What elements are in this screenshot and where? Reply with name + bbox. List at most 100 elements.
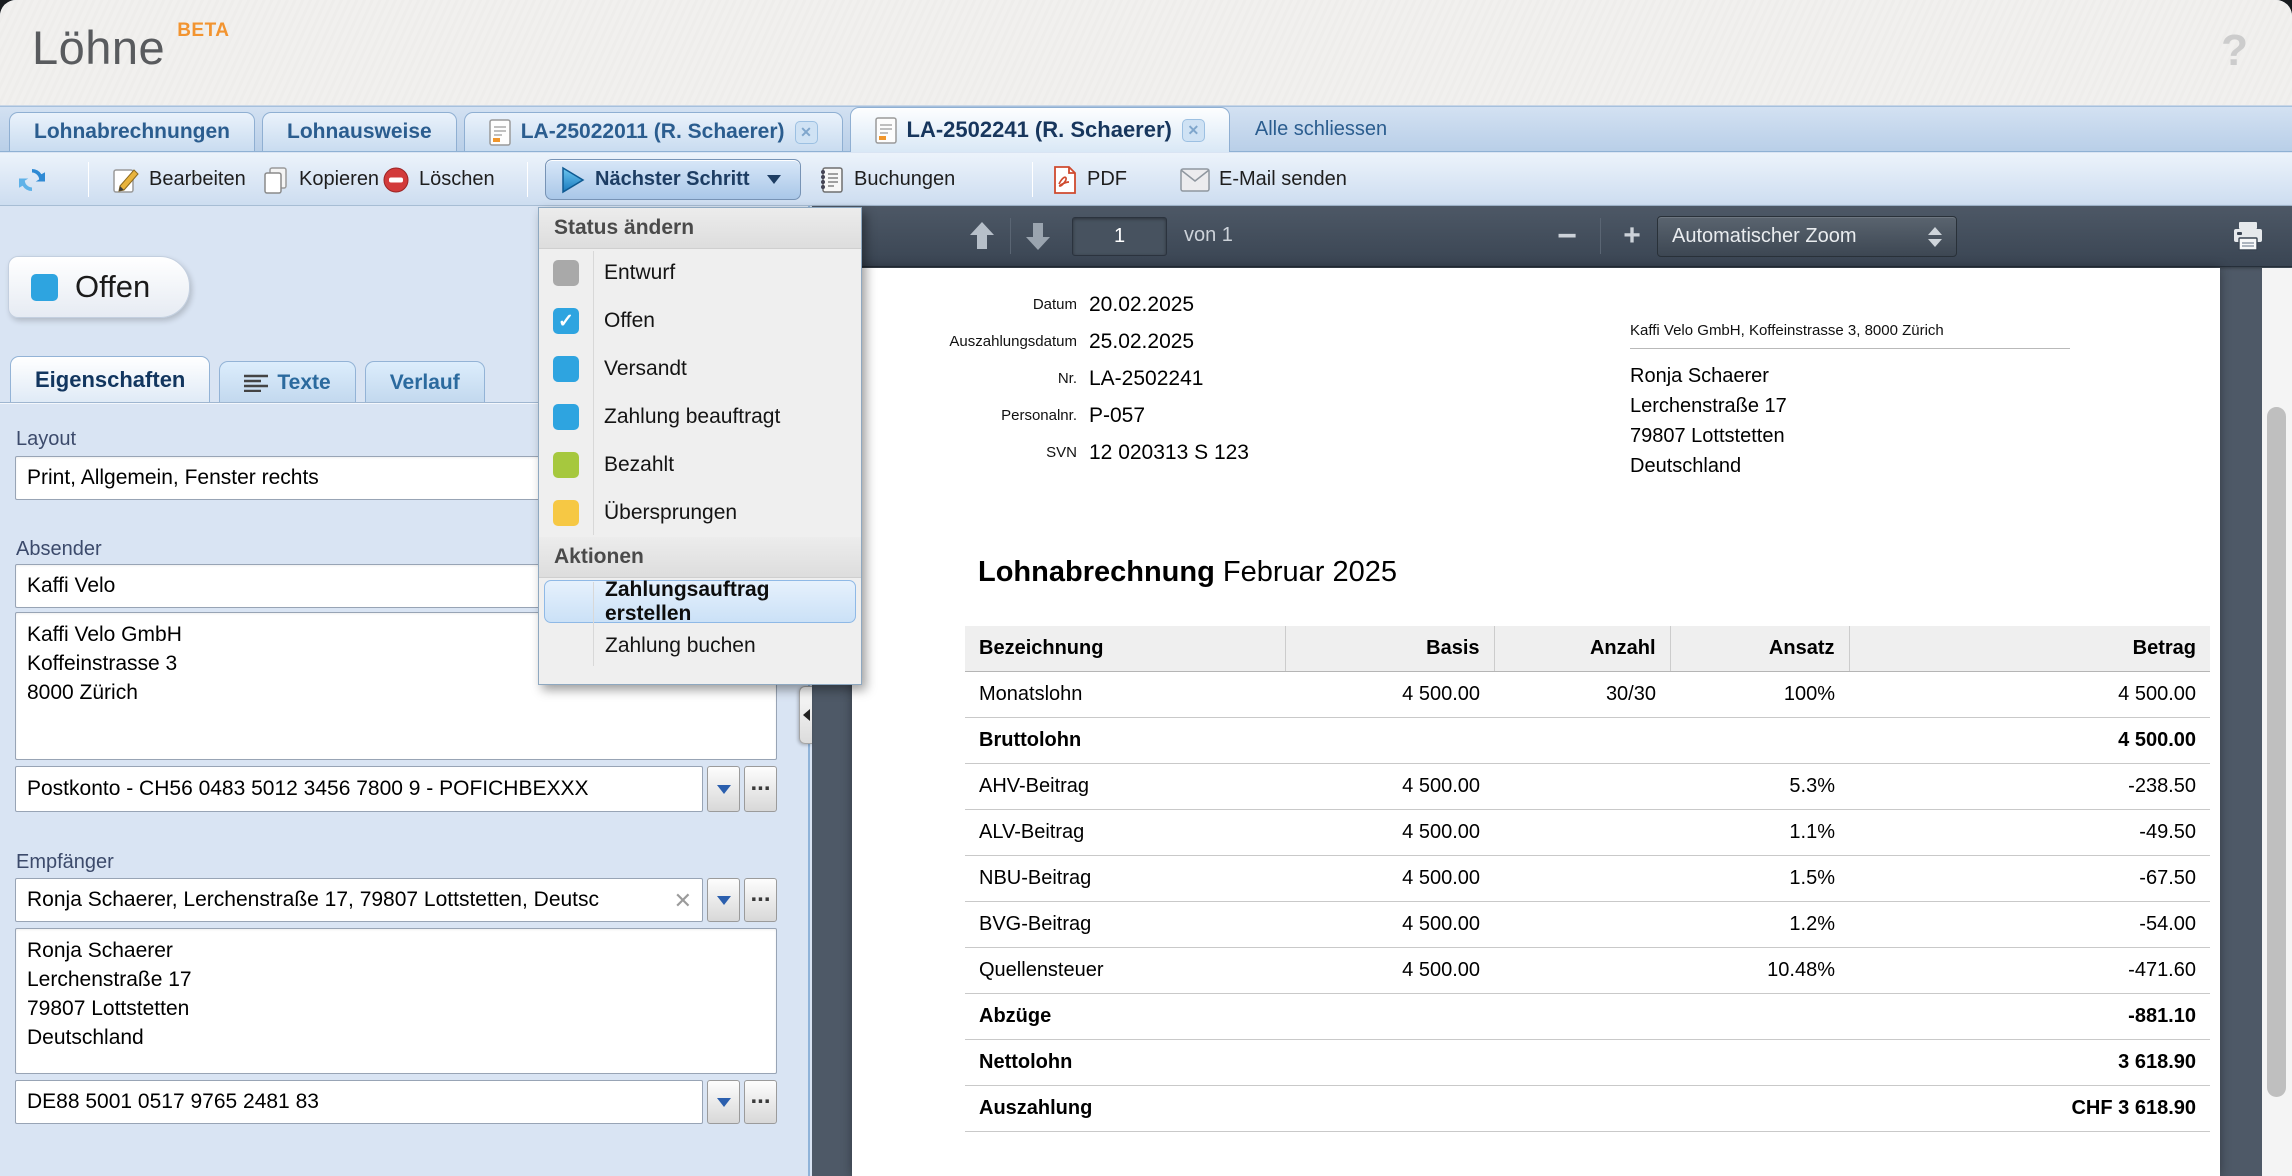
bookings-button[interactable]: Buchungen bbox=[817, 159, 955, 200]
meta-label: Auszahlungsdatum bbox=[852, 333, 1077, 350]
edit-button[interactable]: Bearbeiten bbox=[112, 159, 246, 200]
copy-icon bbox=[262, 166, 290, 194]
sender-account-dropdown-button[interactable] bbox=[707, 766, 740, 812]
ellipsis-icon: ... bbox=[750, 1091, 770, 1101]
tab-label: Eigenschaften bbox=[35, 367, 185, 393]
meta-label: Personalnr. bbox=[852, 407, 1077, 424]
tab-close-icon[interactable]: ✕ bbox=[795, 121, 818, 144]
payslip-meta: Datum20.02.2025 Auszahlungsdatum25.02.20… bbox=[852, 286, 1249, 471]
meta-row: Datum20.02.2025 bbox=[852, 286, 1249, 323]
page-down-button[interactable] bbox=[1018, 216, 1058, 256]
tab-texte[interactable]: Texte bbox=[219, 361, 355, 403]
refresh-icon bbox=[16, 164, 48, 196]
tab-document-1[interactable]: LA-25022011 (R. Schaerer) ✕ bbox=[464, 112, 843, 151]
meta-row: SVN12 020313 S 123 bbox=[852, 434, 1249, 471]
app-window: LöhneBETA ? Lohnabrechnungen Lohnausweis… bbox=[0, 0, 2292, 1176]
document-icon bbox=[875, 117, 897, 144]
zoom-in-button[interactable]: + bbox=[1612, 216, 1652, 256]
tab-eigenschaften[interactable]: Eigenschaften bbox=[10, 356, 210, 403]
chevron-down-icon bbox=[717, 896, 731, 905]
iban-more-button[interactable]: ... bbox=[744, 1080, 777, 1124]
payslip-title: Lohnabrechnung Februar 2025 bbox=[978, 556, 1397, 589]
recipient-iban-value[interactable]: DE88 5001 0517 9765 2481 83 bbox=[15, 1080, 703, 1124]
table-row: Nettolohn3 618.90 bbox=[965, 1039, 2210, 1085]
recipient-dropdown-button[interactable] bbox=[707, 878, 740, 922]
col-bezeichnung: Bezeichnung bbox=[965, 626, 1285, 671]
zoom-mode-select[interactable]: Automatischer Zoom bbox=[1657, 216, 1957, 257]
tab-lohnabrechnungen[interactable]: Lohnabrechnungen bbox=[9, 112, 255, 151]
edit-label: Bearbeiten bbox=[149, 168, 246, 191]
tab-lohnausweise[interactable]: Lohnausweise bbox=[262, 112, 457, 151]
beta-badge: BETA bbox=[177, 20, 229, 41]
clear-icon[interactable]: ✕ bbox=[674, 888, 692, 914]
zoom-out-button[interactable]: − bbox=[1547, 216, 1587, 256]
page-up-button[interactable] bbox=[962, 216, 1002, 256]
recipient-more-button[interactable]: ... bbox=[744, 878, 777, 922]
layout-label: Layout bbox=[16, 428, 76, 451]
payslip-table: Bezeichnung Basis Anzahl Ansatz Betrag M… bbox=[965, 626, 2210, 1132]
print-button[interactable] bbox=[2232, 216, 2264, 256]
meta-label: Nr. bbox=[852, 370, 1077, 387]
recipient-combo: Ronja Schaerer, Lerchenstraße 17, 79807 … bbox=[15, 878, 777, 922]
status-items: Entwurf ✓Offen Versandt Zahlung beauftra… bbox=[539, 249, 861, 537]
meta-value: 20.02.2025 bbox=[1077, 293, 1194, 317]
scrollbar-thumb[interactable] bbox=[2267, 407, 2286, 1097]
menu-item-entwurf[interactable]: Entwurf bbox=[539, 249, 861, 297]
help-icon[interactable]: ? bbox=[2221, 26, 2248, 76]
tab-close-icon[interactable]: ✕ bbox=[1182, 119, 1205, 142]
send-email-button[interactable]: E-Mail senden bbox=[1180, 159, 1347, 200]
menu-item-uebersprungen[interactable]: Übersprungen bbox=[539, 489, 861, 537]
menu-item-bezahlt[interactable]: Bezahlt bbox=[539, 441, 861, 489]
recipient-address: Ronja Schaerer Lerchenstraße 17 79807 Lo… bbox=[1630, 361, 2070, 481]
status-square-yellow-icon bbox=[553, 500, 579, 526]
select-arrows-icon bbox=[1928, 227, 1942, 247]
close-all-tabs-link[interactable]: Alle schliessen bbox=[1255, 118, 1387, 141]
meta-row: Auszahlungsdatum25.02.2025 bbox=[852, 323, 1249, 360]
scrollbar-track[interactable] bbox=[2262, 268, 2292, 1176]
col-ansatz: Ansatz bbox=[1670, 626, 1849, 671]
sender-account-combo: Postkonto - CH56 0483 5012 3456 7800 9 -… bbox=[15, 766, 777, 812]
meta-value: P-057 bbox=[1077, 404, 1145, 428]
sender-account-more-button[interactable]: ... bbox=[744, 766, 777, 812]
sender-account-value[interactable]: Postkonto - CH56 0483 5012 3456 7800 9 -… bbox=[15, 766, 703, 812]
table-header-row: Bezeichnung Basis Anzahl Ansatz Betrag bbox=[965, 626, 2210, 671]
toolbar-separator bbox=[1032, 162, 1033, 197]
delete-button[interactable]: Löschen bbox=[382, 159, 495, 200]
copy-button[interactable]: Kopieren bbox=[262, 159, 379, 200]
refresh-button[interactable] bbox=[16, 159, 48, 200]
menu-item-label: Entwurf bbox=[604, 261, 675, 285]
status-square-gray-icon bbox=[553, 260, 579, 286]
menu-item-versandt[interactable]: Versandt bbox=[539, 345, 861, 393]
menu-item-zahlung-buchen[interactable]: Zahlung buchen bbox=[539, 623, 861, 668]
tab-verlauf[interactable]: Verlauf bbox=[365, 361, 485, 403]
bookings-label: Buchungen bbox=[854, 168, 955, 191]
table-row: BVG-Beitrag4 500.001.2%-54.00 bbox=[965, 901, 2210, 947]
pdf-button[interactable]: PDF bbox=[1052, 159, 1127, 200]
table-row: Monatslohn4 500.0030/30100%4 500.00 bbox=[965, 671, 2210, 717]
meta-value: 12 020313 S 123 bbox=[1077, 441, 1249, 465]
pdf-viewer: von 1 − + Automatischer Zoom Datum20.02.… bbox=[812, 206, 2292, 1176]
panel-collapse-handle[interactable] bbox=[799, 686, 812, 744]
menu-item-zahlungsauftrag-erstellen[interactable]: Zahlungsauftrag erstellen bbox=[544, 580, 856, 623]
meta-row: Nr.LA-2502241 bbox=[852, 360, 1249, 397]
recipient-address-textarea[interactable]: Ronja Schaerer Lerchenstraße 17 79807 Lo… bbox=[15, 928, 777, 1074]
pdf-icon bbox=[1052, 165, 1078, 195]
menu-item-offen[interactable]: ✓Offen bbox=[539, 297, 861, 345]
page-count-label: von 1 bbox=[1184, 224, 1233, 247]
next-step-button[interactable]: Nächster Schritt bbox=[545, 159, 801, 200]
payslip-title-bold: Lohnabrechnung bbox=[978, 556, 1215, 588]
iban-dropdown-button[interactable] bbox=[707, 1080, 740, 1124]
tab-label: Verlauf bbox=[390, 371, 460, 395]
page-number-input[interactable] bbox=[1072, 217, 1167, 256]
status-square-green-icon bbox=[553, 452, 579, 478]
menu-item-zahlung-beauftragt[interactable]: Zahlung beauftragt bbox=[539, 393, 861, 441]
pdf-page: Datum20.02.2025 Auszahlungsdatum25.02.20… bbox=[852, 268, 2220, 1176]
tab-document-2-active[interactable]: LA-2502241 (R. Schaerer) ✕ bbox=[850, 107, 1230, 152]
chevron-down-icon bbox=[717, 1098, 731, 1107]
status-square-blue-icon bbox=[553, 404, 579, 430]
chevron-down-icon bbox=[717, 785, 731, 794]
recipient-value[interactable]: Ronja Schaerer, Lerchenstraße 17, 79807 … bbox=[15, 878, 703, 922]
address-block: Kaffi Velo GmbH, Koffeinstrasse 3, 8000 … bbox=[1630, 322, 2070, 481]
printer-icon bbox=[2232, 221, 2264, 251]
menu-item-label: Versandt bbox=[604, 357, 687, 381]
